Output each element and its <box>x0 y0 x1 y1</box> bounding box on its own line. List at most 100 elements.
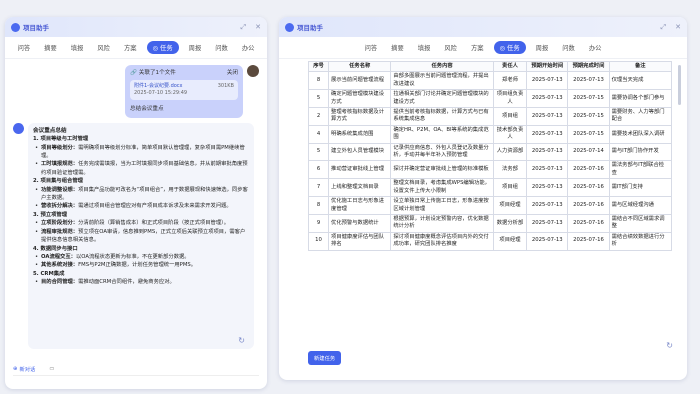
app-logo-icon <box>11 22 20 32</box>
table-cell: 提供当前考核指标数据，计算方式与已有系统集成信息 <box>390 107 494 126</box>
tab-task[interactable]: ◎ 任务 <box>146 41 179 54</box>
table-cell: 法务部 <box>492 160 528 180</box>
table-cell: 需要协调各个部门参与 <box>608 89 672 109</box>
task-panel: 项目助手 ⤢ ✕ 问答 摘要 填报 风险 方案 ◎ 任务 周报 问数 办公 序号… <box>279 17 687 380</box>
table-row[interactable]: 6 推动营证审批线上管理 探讨并确定营证审批线上管理的标准模板 法务部 2025-07-… <box>308 160 672 180</box>
tab-ask-data[interactable]: 问数 <box>211 41 232 54</box>
refresh-icon[interactable]: ↻ <box>238 336 245 345</box>
tab-fill[interactable]: 填报 <box>414 41 435 54</box>
table-cell: 优化预警与数据统计 <box>328 213 392 233</box>
table-cell: 8 <box>308 196 330 215</box>
folder-icon[interactable]: ▭ <box>49 366 54 372</box>
table-cell: 2025-07-16 <box>567 196 610 215</box>
tab-bar: 问答 摘要 填报 风险 方案 ◎ 任务 周报 问数 办公 <box>279 37 687 59</box>
bot-avatar-icon <box>13 122 24 134</box>
table-cell: 5 <box>308 142 330 162</box>
summary-title: 会议重点总结 <box>33 127 67 134</box>
tab-qa[interactable]: 问答 <box>14 41 35 54</box>
table-cell: 拉通相关部门讨论并确定问题管理模块的建设方式 <box>390 89 494 109</box>
table-row[interactable]: 10 项目健康度评估与团队排名 探讨项目健康度概念评估项目内外的交付成功率，研究团队… <box>308 231 672 251</box>
col-header: 责任人 <box>492 61 528 73</box>
app-title: 项目助手 <box>297 24 323 32</box>
table-row[interactable]: 7 上线和整理文档目录 整理文档目录，考虑集成WPS编辑功能，设置文件上传大小限制项… <box>308 178 672 198</box>
table-cell: 需结合绩效数据进行分析 <box>608 231 672 251</box>
table-row[interactable]: 8 优化施工日志与形象进度管理 设立单独日常上传施工日志，形象进度按区域计划管理 项目… <box>308 196 672 215</box>
table-cell: 项目健康度评估与团队排名 <box>328 231 392 251</box>
table-cell: 推动营证审批线上管理 <box>328 160 392 180</box>
summary-section: 4. 数据同步与接口 OA流程交互：以OA流程状态更新为标准，不在更新部分数据。… <box>33 245 249 271</box>
chat-input[interactable] <box>13 375 259 385</box>
tab-plan[interactable]: 方案 <box>120 41 141 54</box>
tab-office[interactable]: 办公 <box>585 41 606 54</box>
new-task-button[interactable]: 新建任务 <box>308 351 342 365</box>
tab-summary[interactable]: 摘要 <box>40 41 61 54</box>
table-cell: 2025-07-16 <box>567 178 610 198</box>
user-message: 总结会议重点 <box>130 106 164 113</box>
summary-section: 5. CRM集成 目的合同管理：需推动面CRM合同组件，避免商务应对。 <box>33 270 249 287</box>
tab-fill[interactable]: 填报 <box>67 41 88 54</box>
file-close-link[interactable]: 关闭 <box>227 69 238 77</box>
table-cell: 2025-07-13 <box>526 160 569 180</box>
tab-risk[interactable]: 风险 <box>440 41 461 54</box>
table-cell: 需法务部与IT部联合检查 <box>608 160 672 180</box>
table-row[interactable]: 2 整理考核指标数据及计算方式 提供当前考核指标数据，计算方式与已有系统集成信息 项目… <box>308 107 672 126</box>
file-date: 2025-07-10 15:29:49 <box>134 90 188 97</box>
chat-panel: 项目助手 ⤢ ✕ 问答 摘要 填报 风险 方案 ◎ 任务 周报 问数 办公 🔗 … <box>5 17 267 389</box>
table-cell: 2025-07-13 <box>526 71 569 91</box>
table-row[interactable]: 8 展示当前问题管理流程 由部多图展示当前问题管理流程，并提出改进建议 郑老师 2025… <box>308 71 672 91</box>
tab-risk[interactable]: 风险 <box>93 41 114 54</box>
table-header-row: 序号 任务名称 任务内容 责任人 预期开始时间 预期完成时间 备注 <box>308 61 672 73</box>
new-chat-button[interactable]: ⊕ 新对话 <box>13 365 35 373</box>
close-icon[interactable]: ✕ <box>675 23 681 32</box>
summary-section: 2. 项目集与组合管理 功能调整设想：项目集产品功能可改名为“项目组合”，用于数… <box>33 177 249 211</box>
table-cell: 设立单独日常上传施工日志，形象进度按区域计划管理 <box>390 196 494 215</box>
expand-icon[interactable]: ⤢ <box>661 23 667 32</box>
table-cell: 2025-07-13 <box>526 213 569 233</box>
tab-ask-data[interactable]: 问数 <box>558 41 579 54</box>
table-cell: 2025-07-13 <box>526 231 569 251</box>
table-cell: 2025-07-13 <box>526 124 569 144</box>
table-cell: 仅理当天完成 <box>608 71 672 91</box>
table-scrollbar[interactable] <box>678 65 681 105</box>
file-card[interactable]: 附件1-会议纪要.docx 301KB 2025-07-10 15:29:49 <box>130 80 238 101</box>
tab-summary[interactable]: 摘要 <box>387 41 408 54</box>
user-message-bubble: 🔗 关联了1个文件 关闭 附件1-会议纪要.docx 301KB 2025-07… <box>125 65 243 118</box>
table-cell: 10 <box>308 231 330 251</box>
tab-weekly[interactable]: 周报 <box>185 41 206 54</box>
table-cell: 2025-07-16 <box>567 160 610 180</box>
tab-office[interactable]: 办公 <box>238 41 259 54</box>
app-title: 项目助手 <box>23 24 49 32</box>
table-cell: 需要技术团队深入调研 <box>608 124 672 144</box>
table-row[interactable]: 9 优化预警与数据统计 根据预算，计划设定预警内容，优化数据统计分析 数据分析部 202… <box>308 213 672 233</box>
table-cell: 2025-07-16 <box>567 213 610 233</box>
title-bar: 项目助手 ⤢ ✕ <box>279 17 687 37</box>
table-cell: 2025-07-16 <box>567 231 610 251</box>
tab-qa[interactable]: 问答 <box>361 41 382 54</box>
close-icon[interactable]: ✕ <box>255 23 261 32</box>
table-cell: 2025-07-15 <box>567 89 610 109</box>
bot-message-bubble: 会议重点总结 1. 项目等级与工时管理 项目等级划分：需明确项目等级划分标准，简… <box>28 122 254 349</box>
table-cell: 项目组 <box>492 107 528 126</box>
table-cell: 探讨项目健康度概念评估项目内外的交付成功率，研究团队排名推度 <box>390 231 494 251</box>
table-cell: 需与区域经理沟通 <box>608 196 672 215</box>
col-header: 任务名称 <box>328 61 392 73</box>
expand-icon[interactable]: ⤢ <box>241 23 247 32</box>
table-cell: 根据预算，计划设定预警内容，优化数据统计分析 <box>390 213 494 233</box>
table-cell: 项目组负责人 <box>492 89 528 109</box>
tab-task[interactable]: ◎ 任务 <box>493 41 526 54</box>
col-header: 预期开始时间 <box>526 61 569 73</box>
tab-weekly[interactable]: 周报 <box>532 41 553 54</box>
user-avatar <box>247 65 259 77</box>
col-header: 预期完成时间 <box>567 61 610 73</box>
table-cell: 需与IT部门协作开发 <box>608 142 672 162</box>
table-row[interactable]: 5 建立外包人员管理模块 记录供应商信息、外包人员登记及数量分析，手动并每半年补入预… <box>308 142 672 162</box>
table-cell: 5 <box>308 89 330 109</box>
table-cell: 项目组 <box>492 178 528 198</box>
refresh-icon[interactable]: ↻ <box>666 341 673 350</box>
table-cell: 2025-07-13 <box>526 107 569 126</box>
table-cell: 优化施工日志与形象进度管理 <box>328 196 392 215</box>
table-row[interactable]: 5 确定问题管理模块建设方式 拉通相关部门讨论并确定问题管理模块的建设方式 项目组负责… <box>308 89 672 109</box>
tab-plan[interactable]: 方案 <box>467 41 488 54</box>
tab-bar: 问答 摘要 填报 风险 方案 ◎ 任务 周报 问数 办公 <box>5 37 267 59</box>
table-row[interactable]: 4 明确系统集成范围 确定HR、P2M、OA、BI等系统的集成范围 技术部负责人 202… <box>308 124 672 144</box>
